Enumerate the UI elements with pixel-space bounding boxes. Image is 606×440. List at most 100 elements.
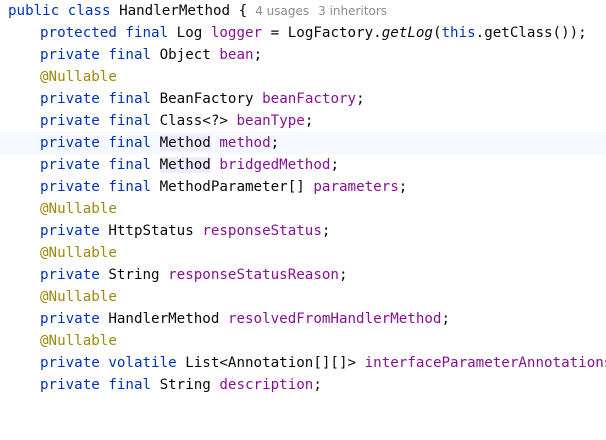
keyword-class: class	[67, 3, 111, 19]
semicolon: ;	[321, 223, 331, 239]
semicolon: ;	[441, 311, 451, 327]
nullable-annotation: @Nullable	[40, 201, 117, 217]
field-name[interactable]: description	[219, 377, 313, 393]
modifiers: private final	[40, 135, 152, 151]
field-type: Object	[159, 47, 211, 63]
field-name[interactable]: bean	[219, 47, 253, 63]
nullable-annotation: @Nullable	[40, 245, 117, 261]
field-name[interactable]: responseStatusReason	[168, 267, 339, 283]
annotation: @Nullable	[40, 286, 117, 308]
semicolon: ;	[304, 113, 314, 129]
field-type: String	[159, 377, 211, 393]
field-declaration: private final Method method;	[40, 132, 279, 154]
nullable-annotation: @Nullable	[40, 69, 117, 85]
field-declaration: private final BeanFactory beanFactory;	[40, 88, 365, 110]
annotation: @Nullable	[40, 330, 117, 352]
field-type: String	[108, 267, 160, 283]
semicolon: ;	[330, 157, 339, 173]
factory-class: LogFactory.	[287, 25, 382, 41]
class-name[interactable]: HandlerMethod	[119, 3, 230, 19]
annotation: @Nullable	[40, 198, 117, 220]
field-name[interactable]: parameters	[313, 179, 398, 195]
code-line-logger[interactable]: protected final Log logger = LogFactory.…	[0, 22, 606, 44]
field-declaration: private HttpStatus responseStatus;	[40, 220, 330, 242]
field-type: HttpStatus	[108, 223, 194, 239]
field-name[interactable]: beanType	[236, 113, 304, 129]
nullable-annotation: @Nullable	[40, 289, 117, 305]
code-line-annotation[interactable]: @Nullable	[0, 198, 606, 220]
field-name[interactable]: resolvedFromHandlerMethod	[228, 311, 442, 327]
semicolon: ;	[356, 91, 365, 107]
modifiers: protected final	[40, 25, 169, 41]
field-type-highlighted[interactable]: Method	[159, 135, 211, 151]
code-line-annotation[interactable]: @Nullable	[0, 330, 606, 352]
code-line-annotation[interactable]: @Nullable	[0, 66, 606, 88]
modifiers: private final	[40, 113, 152, 129]
code-line-class-declaration[interactable]: public class HandlerMethod {4 usages 3 in…	[0, 0, 606, 22]
open-brace: {	[238, 3, 248, 19]
field-name[interactable]: bridgedMethod	[219, 157, 330, 173]
field-declaration: private final MethodParameter[] paramete…	[40, 176, 407, 198]
field-declaration: private final Class<?> beanType;	[40, 110, 313, 132]
keyword-this: this	[441, 25, 476, 41]
field-declaration: protected final Log logger = LogFactory.…	[40, 22, 587, 44]
semicolon: ;	[313, 377, 322, 393]
field-type: Log	[176, 25, 203, 41]
modifiers: private	[40, 267, 100, 283]
field-name[interactable]: responseStatus	[202, 223, 322, 239]
code-line-parameters[interactable]: private final MethodParameter[] paramete…	[0, 176, 606, 198]
code-editor[interactable]: public class HandlerMethod {4 usages 3 in…	[0, 0, 606, 415]
semicolon: ;	[270, 135, 280, 151]
field-name[interactable]: beanFactory	[262, 91, 356, 107]
modifiers: private	[40, 223, 100, 239]
assign-operator: =	[270, 25, 280, 41]
modifiers: private final	[40, 47, 152, 63]
code-line-bean-factory[interactable]: private final BeanFactory beanFactory;	[0, 88, 606, 110]
code-line-interface-parameter-annotations[interactable]: private volatile List<Annotation[][]> in…	[0, 352, 606, 374]
field-type: BeanFactory	[159, 91, 254, 107]
modifiers: private final	[40, 157, 152, 173]
code-line-method-current[interactable]: private final Method method;	[0, 132, 606, 154]
usages-inlay-hint[interactable]: 4 usages	[255, 4, 309, 18]
field-name[interactable]: method	[219, 135, 270, 151]
code-line-bean[interactable]: private final Object bean;	[0, 44, 606, 66]
code-line-annotation[interactable]: @Nullable	[0, 286, 606, 308]
semicolon: ;	[338, 267, 348, 283]
field-declaration: private String responseStatusReason;	[40, 264, 348, 286]
code-line-response-status-reason[interactable]: private String responseStatusReason;	[0, 264, 606, 286]
semicolon: ;	[253, 47, 263, 63]
code-line-resolved-from-handler-method[interactable]: private HandlerMethod resolvedFromHandle…	[0, 308, 606, 330]
field-type-highlighted[interactable]: Method	[159, 157, 211, 173]
static-method-call[interactable]: getLog	[382, 25, 433, 41]
field-name[interactable]: logger	[211, 25, 262, 41]
code-line-description[interactable]: private final String description;	[0, 374, 606, 396]
open-paren: (	[432, 25, 442, 41]
code-line-bridged-method[interactable]: private final Method bridgedMethod;	[0, 154, 606, 176]
field-type: MethodParameter[]	[159, 179, 305, 195]
field-declaration: private volatile List<Annotation[][]> in…	[40, 352, 606, 374]
nullable-annotation: @Nullable	[40, 333, 117, 349]
field-declaration: private HandlerMethod resolvedFromHandle…	[40, 308, 450, 330]
field-declaration: private final String description;	[40, 374, 322, 396]
field-declaration: private final Object bean;	[40, 44, 262, 66]
keyword-public: public	[8, 3, 60, 19]
modifiers: private volatile	[40, 355, 177, 371]
class-declaration: public class HandlerMethod {4 usages 3 in…	[8, 0, 387, 22]
modifiers: private final	[40, 179, 152, 195]
modifiers: private final	[40, 91, 152, 107]
code-line-annotation[interactable]: @Nullable	[0, 242, 606, 264]
field-name[interactable]: interfaceParameterAnnotations	[365, 355, 606, 371]
call-rest: .getClass());	[475, 25, 587, 41]
annotation: @Nullable	[40, 242, 117, 264]
code-line-response-status[interactable]: private HttpStatus responseStatus;	[0, 220, 606, 242]
field-type: List<Annotation[][]>	[185, 355, 357, 371]
field-type: HandlerMethod	[108, 311, 220, 327]
code-line-bean-type[interactable]: private final Class<?> beanType;	[0, 110, 606, 132]
inheritors-inlay-hint[interactable]: 3 inheritors	[318, 4, 387, 18]
field-type: Class<?>	[159, 113, 228, 129]
modifiers: private final	[40, 377, 152, 393]
modifiers: private	[40, 311, 100, 327]
annotation: @Nullable	[40, 66, 117, 88]
semicolon: ;	[398, 179, 408, 195]
field-declaration: private final Method bridgedMethod;	[40, 154, 339, 176]
